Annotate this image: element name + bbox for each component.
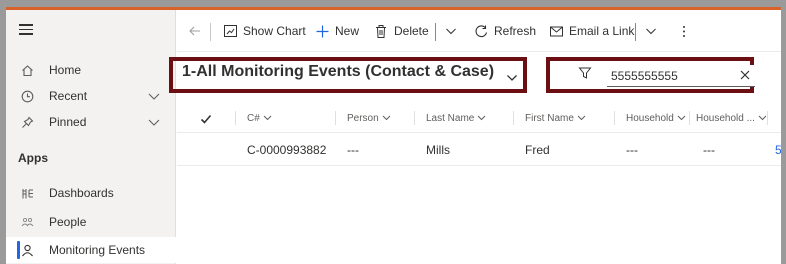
view-title[interactable]: 1-All Monitoring Events (Contact & Case) [182,63,494,81]
column-divider [335,111,336,125]
column-divider [513,111,514,125]
sidebar-item-label: Home [49,63,82,77]
cell-first-name: Fred [525,142,550,157]
chevron-down-icon [677,115,686,121]
chevron-down-icon [263,115,272,121]
home-icon [20,63,34,77]
command-bar: Show Chart New Delete Refresh Email a Li… [177,10,781,52]
chevron-down-icon [577,115,586,121]
sidebar-item-recent[interactable]: Recent [6,83,176,109]
pin-icon [20,115,34,129]
chevron-down-icon [382,115,391,121]
cell-person: --- [347,142,359,157]
cell-extra-link[interactable]: 5 [775,133,781,166]
column-header-label: Person [347,112,379,124]
refresh-icon [473,23,489,39]
filter-icon[interactable] [578,66,594,82]
sidebar-item-people[interactable]: People [6,209,176,235]
more-button[interactable] [676,22,697,40]
chevron-down-icon [643,23,659,39]
app-window: Home Recent Pinned Apps Dashboards Peopl… [6,7,781,264]
search-field[interactable] [607,65,755,87]
cell-household-2: --- [703,142,715,157]
sidebar-item-home[interactable]: Home [6,57,176,83]
new-label: New [335,24,360,38]
sidebar-item-label: Pinned [49,115,87,129]
email-link-icon [548,23,564,39]
show-chart-button[interactable]: Show Chart [222,22,306,40]
chart-icon [222,23,238,39]
email-link-label: Email a Link [569,24,635,38]
checkmark-icon[interactable] [200,112,212,124]
sidebar-item-label: People [49,215,87,229]
chevron-down-icon [478,115,486,121]
plus-icon [314,23,330,39]
dashboard-icon [20,186,34,200]
sidebar-item-pinned[interactable]: Pinned [6,109,176,135]
people-icon [20,215,34,229]
column-header-label: Last Name [426,112,475,124]
back-arrow-icon [187,23,203,39]
search-input[interactable] [611,67,731,85]
column-divider [414,111,415,125]
table-row[interactable]: C-0000993882 --- Mills Fred --- --- 5 [177,133,781,166]
sidebar-item-label: Dashboards [49,186,114,200]
hamburger-icon[interactable] [19,24,33,38]
column-header-label: Household [626,112,674,124]
sidebar-item-monitoring-events[interactable]: Monitoring Events [6,237,176,263]
column-divider [614,111,615,125]
sidebar-item-label: Recent [49,89,88,103]
column-header-person[interactable]: Person [347,103,391,133]
chevron-down-icon[interactable] [147,89,161,103]
cell-c-number[interactable]: C-0000993882 [247,133,326,166]
column-divider [235,111,236,125]
more-vertical-icon [676,23,692,39]
column-divider [689,111,690,125]
email-dropdown[interactable] [643,22,664,40]
show-chart-label: Show Chart [243,24,306,38]
clock-icon [20,89,34,103]
sidebar-item-dashboards[interactable]: Dashboards [6,180,176,206]
column-header-c-number[interactable]: C# [247,103,272,133]
chevron-down-icon [758,115,767,121]
divider [635,23,636,41]
column-divider [767,111,768,125]
cell-household: --- [626,142,638,157]
person-icon [20,243,34,257]
chevron-down-icon[interactable] [147,115,161,129]
column-header-label: First Name [525,112,574,124]
column-header-household-2[interactable]: Household ... [696,103,767,133]
close-icon[interactable] [738,68,752,82]
column-header-label: Household ... [696,112,755,124]
divider [210,23,211,41]
refresh-label: Refresh [494,24,537,38]
new-button[interactable]: New [314,22,359,40]
column-header-first-name[interactable]: First Name [525,103,586,133]
divider [435,23,436,41]
trash-icon [373,23,389,39]
chevron-down-icon[interactable] [506,70,518,81]
back-button[interactable] [187,22,208,40]
grid-header: C# Person Last Name First Name Household… [177,103,781,133]
sidebar-item-label: Monitoring Events [49,243,146,257]
column-header-last-name[interactable]: Last Name [426,103,486,133]
delete-label: Delete [394,24,429,38]
email-link-button[interactable]: Email a Link [548,22,634,40]
more-commands-dropdown[interactable] [443,22,464,40]
cell-last-name: Mills [426,142,450,157]
refresh-button[interactable]: Refresh [473,22,536,40]
column-header-label: C# [247,112,260,124]
delete-button[interactable]: Delete [373,22,429,40]
apps-heading: Apps [18,151,48,165]
column-header-household[interactable]: Household [626,103,686,133]
sidebar: Home Recent Pinned Apps Dashboards Peopl… [6,10,176,264]
chevron-down-icon [443,23,459,39]
